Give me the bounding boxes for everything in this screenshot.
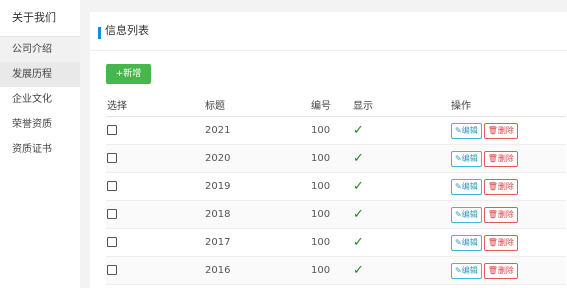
- sidebar-item-history[interactable]: 发展历程: [0, 62, 80, 87]
- delete-button[interactable]: 🗑删除: [483, 150, 518, 167]
- row-checkbox[interactable]: [107, 265, 117, 275]
- list-panel: 信息列表 +新增 选择 标题 编号 显示 操作 2021 100 ✓ ✎编辑 🗑…: [90, 12, 567, 288]
- row-checkbox[interactable]: [107, 237, 117, 247]
- main-area: 信息列表 +新增 选择 标题 编号 显示 操作 2021 100 ✓ ✎编辑 🗑…: [80, 0, 567, 288]
- trash-icon: 🗑: [487, 153, 498, 163]
- row-title: 2017: [204, 228, 310, 257]
- sidebar: 关于我们 公司介绍 发展历程 企业文化 荣誉资质 资质证书: [0, 0, 80, 288]
- row-checkbox[interactable]: [107, 181, 117, 191]
- trash-icon: 🗑: [487, 125, 498, 135]
- row-title: 2021: [204, 116, 310, 145]
- row-number: 100: [310, 172, 352, 201]
- sidebar-item-certificates[interactable]: 资质证书: [0, 137, 80, 162]
- trash-icon: 🗑: [487, 237, 498, 247]
- row-checkbox[interactable]: [107, 153, 117, 163]
- row-checkbox[interactable]: [107, 125, 117, 135]
- add-button[interactable]: +新增: [106, 64, 151, 84]
- edit-button[interactable]: ✎编辑: [451, 122, 482, 139]
- title-accent-bar: [98, 27, 101, 39]
- table-row: 2019 100 ✓ ✎编辑 🗑删除: [106, 172, 566, 201]
- display-check-icon: ✓: [353, 235, 364, 250]
- row-title: 2020: [204, 144, 310, 173]
- edit-button[interactable]: ✎编辑: [451, 262, 482, 279]
- sidebar-item-honors[interactable]: 荣誉资质: [0, 112, 80, 137]
- sidebar-item-company-intro[interactable]: 公司介绍: [0, 37, 80, 62]
- edit-button[interactable]: ✎编辑: [451, 234, 482, 251]
- display-check-icon: ✓: [353, 151, 364, 166]
- row-number: 100: [310, 144, 352, 173]
- col-number: 编号: [310, 92, 352, 117]
- edit-button[interactable]: ✎编辑: [451, 150, 482, 167]
- col-select: 选择: [106, 92, 204, 117]
- table-row: 2016 100 ✓ ✎编辑 🗑删除: [106, 256, 566, 285]
- row-number: 100: [310, 228, 352, 257]
- pencil-icon: ✎: [455, 153, 462, 163]
- edit-button[interactable]: ✎编辑: [451, 206, 482, 223]
- pencil-icon: ✎: [455, 237, 462, 247]
- pencil-icon: ✎: [455, 209, 462, 219]
- row-checkbox[interactable]: [107, 209, 117, 219]
- table-row: 2017 100 ✓ ✎编辑 🗑删除: [106, 228, 566, 257]
- table-row: 2020 100 ✓ ✎编辑 🗑删除: [106, 144, 566, 173]
- pencil-icon: ✎: [455, 265, 462, 275]
- row-title: 2016: [204, 256, 310, 285]
- display-check-icon: ✓: [353, 263, 364, 278]
- delete-button[interactable]: 🗑删除: [483, 206, 518, 223]
- delete-button[interactable]: 🗑删除: [483, 262, 518, 279]
- table-row: 2018 100 ✓ ✎编辑 🗑删除: [106, 200, 566, 229]
- sidebar-header[interactable]: 关于我们: [0, 0, 80, 37]
- delete-button[interactable]: 🗑删除: [483, 122, 518, 139]
- col-title: 标题: [204, 92, 310, 117]
- delete-button[interactable]: 🗑删除: [483, 178, 518, 195]
- row-title: 2019: [204, 172, 310, 201]
- row-number: 100: [310, 256, 352, 285]
- display-check-icon: ✓: [353, 123, 364, 138]
- col-display: 显示: [352, 92, 450, 117]
- sidebar-item-culture[interactable]: 企业文化: [0, 87, 80, 112]
- table-row: 2021 100 ✓ ✎编辑 🗑删除: [106, 116, 566, 145]
- trash-icon: 🗑: [487, 181, 498, 191]
- info-table: 选择 标题 编号 显示 操作 2021 100 ✓ ✎编辑 🗑删除 2020 1…: [106, 92, 566, 285]
- trash-icon: 🗑: [487, 209, 498, 219]
- trash-icon: 🗑: [487, 265, 498, 275]
- delete-button[interactable]: 🗑删除: [483, 234, 518, 251]
- pencil-icon: ✎: [455, 125, 462, 135]
- table-header-row: 选择 标题 编号 显示 操作: [106, 92, 566, 117]
- row-number: 100: [310, 200, 352, 229]
- row-title: 2018: [204, 200, 310, 229]
- panel-title: 信息列表: [90, 12, 567, 51]
- display-check-icon: ✓: [353, 179, 364, 194]
- col-actions: 操作: [450, 92, 566, 117]
- edit-button[interactable]: ✎编辑: [451, 178, 482, 195]
- display-check-icon: ✓: [353, 207, 364, 222]
- row-number: 100: [310, 116, 352, 145]
- panel-title-text: 信息列表: [105, 24, 149, 37]
- pencil-icon: ✎: [455, 181, 462, 191]
